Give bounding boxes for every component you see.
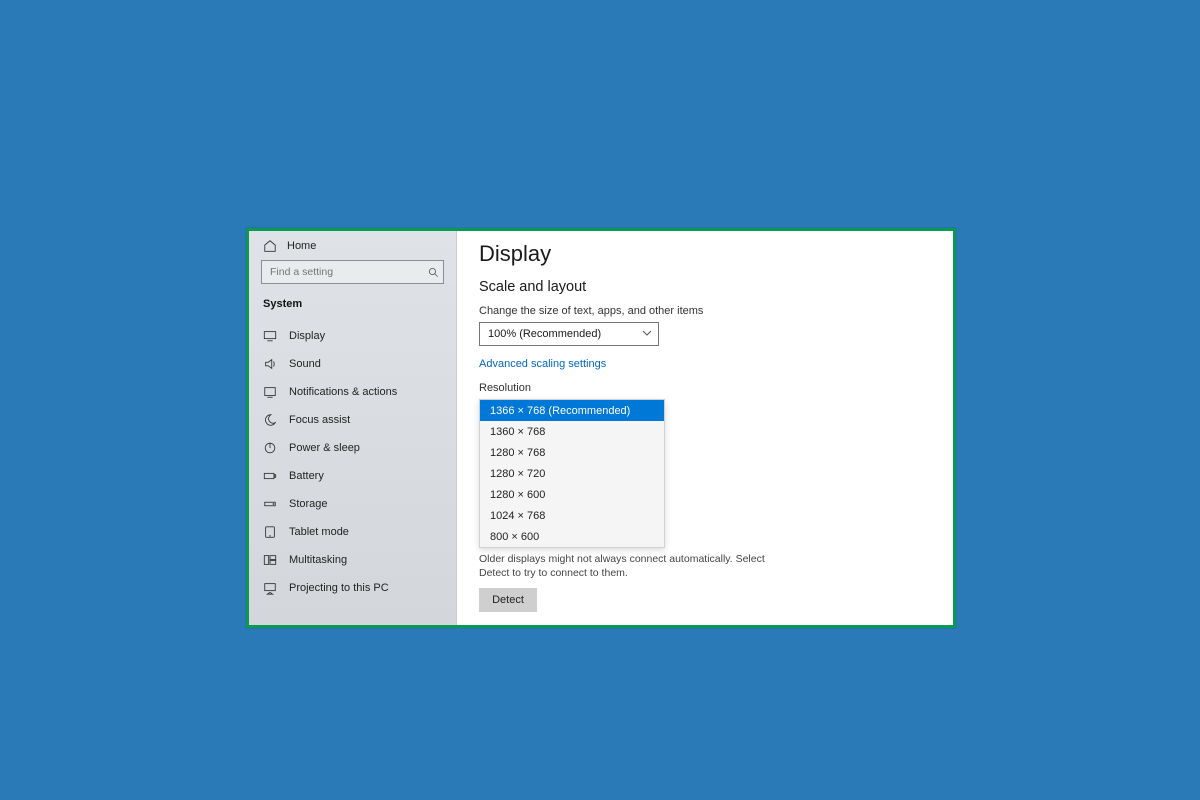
sidebar-item-multitasking[interactable]: Multitasking [249,546,456,574]
resolution-option[interactable]: 1280 × 600 [480,484,664,505]
settings-sidebar: Home System Display Sound [249,231,457,625]
search-box[interactable] [261,260,444,284]
sidebar-item-notifications[interactable]: Notifications & actions [249,378,456,406]
scale-dropdown[interactable]: 100% (Recommended) [479,322,659,346]
sidebar-item-projecting[interactable]: Projecting to this PC [249,574,456,602]
detect-button-label: Detect [492,594,524,606]
section-heading: Scale and layout [479,279,931,295]
sidebar-item-label: Power & sleep [289,442,360,454]
resolution-label: Resolution [479,382,931,394]
settings-content: Display Scale and layout Change the size… [457,231,953,625]
sidebar-item-label: Sound [289,358,321,370]
sidebar-item-label: Focus assist [289,414,350,426]
chevron-down-icon [642,328,652,341]
sidebar-item-label: Display [289,330,325,342]
sidebar-item-label: Notifications & actions [289,386,397,398]
resolution-dropdown-open[interactable]: 1366 × 768 (Recommended) 1360 × 768 1280… [479,399,665,548]
sidebar-item-battery[interactable]: Battery [249,462,456,490]
sidebar-item-tablet-mode[interactable]: Tablet mode [249,518,456,546]
projecting-icon [263,581,277,595]
sidebar-item-sound[interactable]: Sound [249,350,456,378]
resolution-option[interactable]: 1280 × 768 [480,442,664,463]
sidebar-item-display[interactable]: Display [249,322,456,350]
detect-button[interactable]: Detect [479,588,537,612]
sidebar-home-label: Home [287,240,316,252]
display-icon [263,329,277,343]
sidebar-item-label: Projecting to this PC [289,582,389,594]
battery-icon [263,469,277,483]
multitasking-icon [263,553,277,567]
resolution-option[interactable]: 800 × 600 [480,526,664,547]
sidebar-item-label: Battery [289,470,324,482]
tablet-icon [263,525,277,539]
sidebar-item-label: Multitasking [289,554,347,566]
sidebar-item-power-sleep[interactable]: Power & sleep [249,434,456,462]
scale-label: Change the size of text, apps, and other… [479,305,931,317]
resolution-option[interactable]: 1280 × 720 [480,463,664,484]
advanced-scaling-link[interactable]: Advanced scaling settings [479,358,606,370]
search-icon [423,267,443,278]
home-icon [263,239,277,253]
storage-icon [263,497,277,511]
search-input[interactable] [262,261,423,283]
detect-help-text: Older displays might not always connect … [479,552,779,580]
sidebar-item-label: Tablet mode [289,526,349,538]
notifications-icon [263,385,277,399]
scale-value: 100% (Recommended) [488,328,601,340]
power-icon [263,441,277,455]
sidebar-section-label: System [249,292,456,318]
resolution-option[interactable]: 1360 × 768 [480,421,664,442]
sidebar-home[interactable]: Home [249,231,456,260]
sidebar-nav: Display Sound Notifications & actions Fo… [249,318,456,602]
settings-window: Home System Display Sound [246,228,956,628]
page-title: Display [479,241,931,267]
focus-assist-icon [263,413,277,427]
sound-icon [263,357,277,371]
resolution-option[interactable]: 1366 × 768 (Recommended) [480,400,664,421]
sidebar-item-storage[interactable]: Storage [249,490,456,518]
sidebar-item-label: Storage [289,498,328,510]
desktop-background: Home System Display Sound [0,0,1200,800]
resolution-option[interactable]: 1024 × 768 [480,505,664,526]
sidebar-item-focus-assist[interactable]: Focus assist [249,406,456,434]
